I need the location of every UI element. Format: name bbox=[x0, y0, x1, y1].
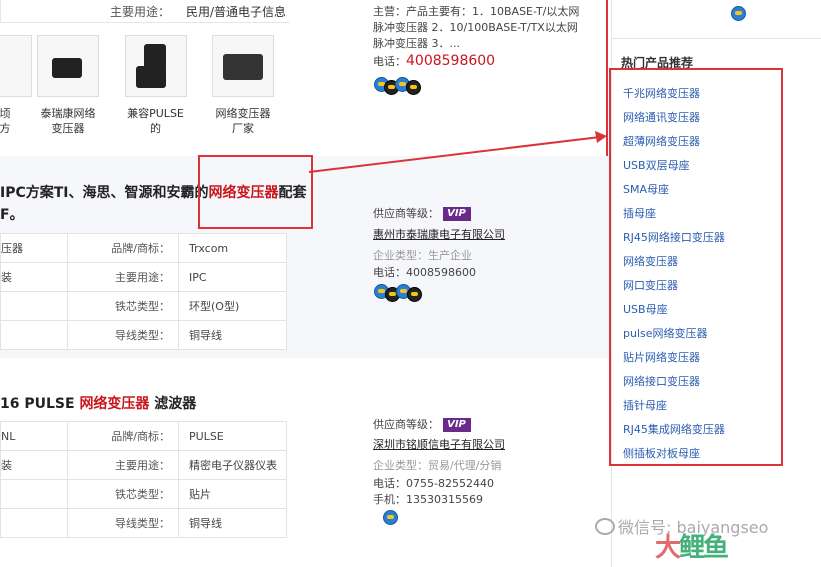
watermark-logo: 大鲤鱼 bbox=[655, 527, 729, 564]
wechat-icon bbox=[595, 518, 615, 535]
logo-char: 大 bbox=[655, 533, 681, 563]
annotation-arrow bbox=[308, 131, 607, 173]
logo-char: 鲤鱼 bbox=[679, 533, 729, 563]
arrow-line bbox=[308, 136, 601, 173]
arrow-head bbox=[595, 131, 607, 143]
